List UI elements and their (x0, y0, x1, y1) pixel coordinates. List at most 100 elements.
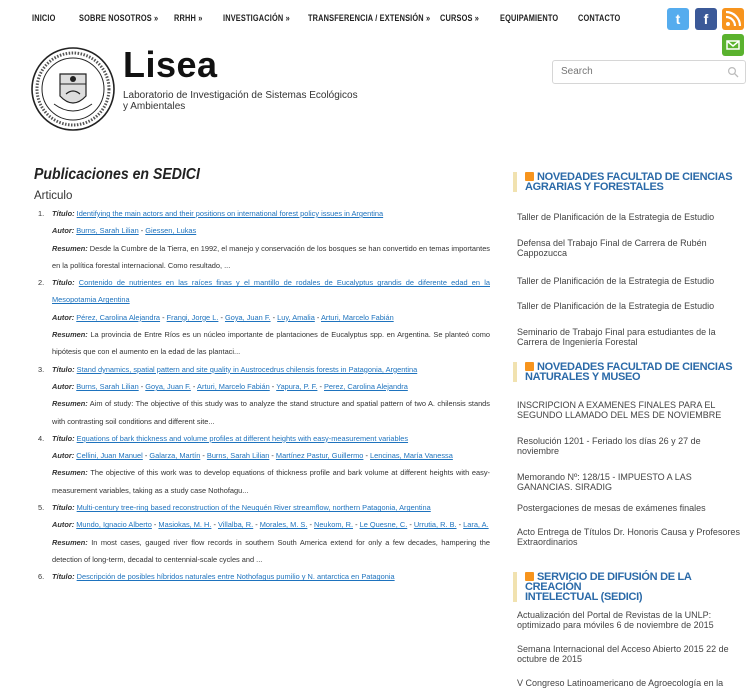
publication-title-link[interactable]: Stand dynamics, spatial pattern and site… (77, 365, 418, 374)
nav-transferencia-extension[interactable]: TRANSFERENCIA / EXTENSIÓN » (308, 13, 430, 23)
sidebar-section-agrarias: NOVEDADES FACULTAD DE CIENCIAS AGRARIAS Y… (513, 172, 746, 347)
nav-inicio[interactable]: INICIO (32, 13, 56, 23)
publication-title-link[interactable]: Contenido de nutrientes en las raíces fi… (52, 278, 490, 304)
mail-icon[interactable] (722, 34, 744, 56)
search-box (552, 60, 746, 84)
sidebar-section-sedici: SERVICIO DE DIFUSIÓN DE LA CREACIÓN INTEL… (513, 572, 746, 688)
author-link[interactable]: Perez, Carolina Alejandra (324, 382, 408, 391)
author-label: Autor: (52, 520, 75, 530)
publication-summary: La provincia de Entre Ríos es un núcleo … (52, 330, 490, 357)
section-label: Articulo (34, 190, 73, 202)
publication-summary: In most cases, gauged river flow records… (52, 537, 490, 564)
author-link[interactable]: Giessen, Lukas (145, 226, 196, 235)
publication-list: 1. Título: Identifying the main actors a… (28, 205, 490, 586)
nav-investigacion[interactable]: INVESTIGACIÓN » (223, 13, 290, 23)
author-label: Autor: (52, 451, 75, 461)
publication-item: 6. Título: Descripción de posibles híbri… (28, 568, 490, 585)
site-title[interactable]: Lisea (123, 44, 218, 86)
author-link[interactable]: Burns, Sarah Lilian (207, 451, 269, 460)
summary-label: Resumen: (52, 399, 88, 409)
sidebar-news-link[interactable]: Taller de Planificación de la Estrategia… (517, 212, 745, 222)
sidebar-news-link[interactable]: Taller de Planificación de la Estrategia… (517, 276, 745, 286)
publication-summary: Desde la Cumbre de la Tierra, en 1992, e… (52, 243, 490, 270)
sidebar-news-link[interactable]: Defensa del Trabajo Final de Carrera de … (517, 238, 745, 258)
title-label: Título: (52, 433, 75, 443)
nav-sobre-nosotros[interactable]: SOBRE NOSOTROS » (79, 13, 158, 23)
sidebar-news-link[interactable]: Actualización del Portal de Revistas de … (517, 610, 745, 630)
rss-icon (525, 362, 534, 371)
publication-title-link[interactable]: Multi-century tree-ring based reconstruc… (77, 503, 431, 512)
author-link[interactable]: Goya, Juan F. (145, 382, 191, 391)
author-link[interactable]: Frangi, Jorge L. (167, 313, 219, 322)
sidebar-news-link[interactable]: Semana Internacional del Acceso Abierto … (517, 644, 745, 664)
title-label: Título: (52, 572, 75, 582)
author-link[interactable]: Martínez Pastur, Guillermo (276, 451, 364, 460)
item-number: 1. (38, 209, 45, 218)
nav-rrhh[interactable]: RRHH » (174, 13, 202, 23)
author-link[interactable]: Morales, M. S. (260, 520, 308, 529)
sidebar-news-link[interactable]: Acto Entrega de Títulos Dr. Honoris Caus… (517, 527, 745, 547)
author-link[interactable]: Arturi, Marcelo Fabián (197, 382, 270, 391)
author-link[interactable]: Lencinas, María Vanessa (370, 451, 453, 460)
author-link[interactable]: Goya, Juan F. (225, 313, 271, 322)
author-link[interactable]: Neukom, R. (314, 520, 353, 529)
summary-label: Resumen: (52, 537, 88, 547)
publication-summary: The objective of this work was to develo… (52, 468, 491, 495)
author-link[interactable]: Burns, Sarah Lilian (76, 382, 138, 391)
author-label: Autor: (52, 312, 75, 322)
author-link[interactable]: Pérez, Carolina Alejandra (76, 313, 160, 322)
sidebar-news-link[interactable]: V Congreso Latinoamericano de Agroecolog… (517, 678, 745, 688)
author-link[interactable]: Mundo, Ignacio Alberto (76, 520, 152, 529)
publication-item: 2. Título: Contenido de nutrientes en la… (28, 274, 490, 360)
author-link[interactable]: Urrutia, R. B. (414, 520, 457, 529)
author-link[interactable]: Burns, Sarah Lilian (76, 226, 138, 235)
sidebar-news-link[interactable]: Taller de Planificación de la Estrategia… (517, 301, 745, 311)
sidebar-heading[interactable]: NOVEDADES FACULTAD DE CIENCIAS AGRARIAS Y… (513, 172, 746, 193)
author-link[interactable]: Lara, A. (463, 520, 488, 529)
item-number: 2. (38, 278, 45, 288)
rss-icon[interactable] (722, 8, 744, 30)
sidebar-news-link[interactable]: INSCRIPCION A EXAMENES FINALES PARA EL S… (517, 400, 745, 420)
author-link[interactable]: Masiokas, M. H. (158, 520, 211, 529)
top-navigation: INICIO SOBRE NOSOTROS » RRHH » INVESTIGA… (0, 0, 746, 36)
title-label: Título: (52, 209, 75, 218)
author-link[interactable]: Arturi, Marcelo Fabián (321, 313, 394, 322)
sidebar-news-link[interactable]: Memorando Nº: 128/15 - IMPUESTO A LAS GA… (517, 472, 745, 492)
twitter-icon[interactable]: t (667, 8, 689, 30)
title-label: Título: (52, 278, 75, 288)
site-description: Laboratorio de Investigación de Sistemas… (123, 90, 358, 112)
nav-equipamiento[interactable]: EQUIPAMIENTO (500, 13, 558, 23)
title-label: Título: (52, 503, 75, 513)
sidebar-news-link[interactable]: Resolución 1201 - Feriado los días 26 y … (517, 436, 745, 456)
publication-item: 3. Título: Stand dynamics, spatial patte… (28, 361, 490, 430)
title-label: Título: (52, 364, 75, 374)
publication-title-link[interactable]: Descripción de posibles híbridos natural… (77, 572, 395, 581)
summary-label: Resumen: (52, 468, 88, 478)
rss-icon (525, 172, 534, 181)
sidebar-heading[interactable]: SERVICIO DE DIFUSIÓN DE LA CREACIÓN INTEL… (513, 572, 746, 603)
item-number: 6. (38, 572, 45, 582)
author-link[interactable]: Villalba, R. (218, 520, 253, 529)
facebook-icon[interactable]: f (695, 8, 717, 30)
item-number: 3. (38, 364, 45, 374)
publication-title-link[interactable]: Identifying the main actors and their po… (77, 209, 383, 218)
nav-cursos[interactable]: CURSOS » (440, 13, 479, 23)
summary-label: Resumen: (52, 243, 88, 253)
author-link[interactable]: Cellini, Juan Manuel (76, 451, 143, 460)
summary-label: Resumen: (52, 330, 88, 340)
publication-item: 4. Título: Equations of bark thickness a… (28, 430, 490, 499)
item-number: 4. (38, 433, 45, 443)
sidebar-news-link[interactable]: Seminario de Trabajo Final para estudian… (517, 327, 745, 347)
sidebar-heading[interactable]: NOVEDADES FACULTAD DE CIENCIAS NATURALES … (513, 362, 746, 383)
author-link[interactable]: Le Quesne, C. (360, 520, 408, 529)
search-icon[interactable] (727, 65, 739, 78)
author-link[interactable]: Yapura, P. F. (276, 382, 317, 391)
nav-contacto[interactable]: CONTACTO (578, 13, 620, 23)
publication-title-link[interactable]: Equations of bark thickness and volume p… (77, 434, 408, 443)
author-link[interactable]: Galarza, Martín (149, 451, 200, 460)
search-input[interactable] (561, 66, 721, 77)
rss-icon (525, 572, 534, 581)
university-seal-logo[interactable] (30, 46, 116, 132)
author-link[interactable]: Luy, Amalia (277, 313, 315, 322)
sidebar-news-link[interactable]: Postergaciones de mesas de exámenes fina… (517, 503, 745, 513)
